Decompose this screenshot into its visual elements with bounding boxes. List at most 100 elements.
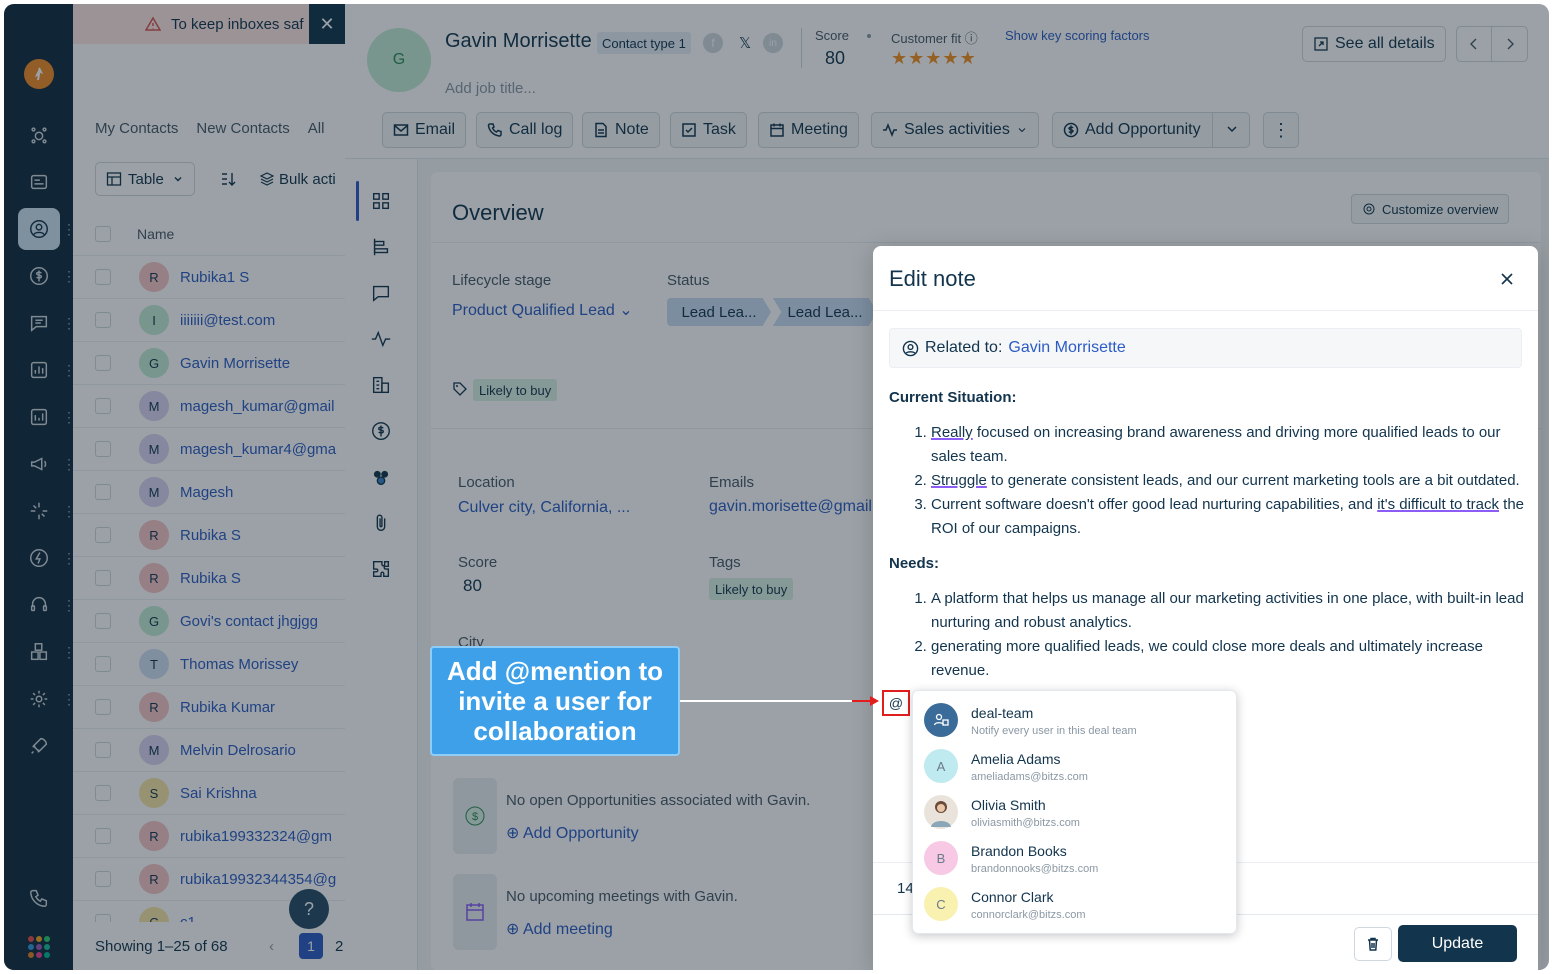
lifecycle-stage-dropdown[interactable]: Product Qualified Lead ⌄ [452,300,633,320]
list-item[interactable]: Mmagesh_kumar@gmail [73,385,345,428]
related-to-link[interactable]: Gavin Morrisette [1008,339,1125,357]
nav-more-dots[interactable]: ⋮ [62,598,76,612]
mention-option[interactable]: A Amelia Adams ameliadams@bitzs.com [913,741,1238,787]
mention-option[interactable]: B Brandon Books brandonnooks@bitzs.com [913,833,1238,879]
nav-more-dots[interactable]: ⋮ [62,410,76,424]
list-item[interactable]: T Thomas Morissey [73,643,345,686]
overview-tab-icon[interactable] [359,181,403,221]
mention-option[interactable]: Olivia Smith oliviasmith@bitzs.com [913,787,1238,833]
contact-name-link[interactable]: rubika19932344354@g [180,871,336,888]
row-checkbox[interactable] [95,484,111,500]
deals-tab-icon[interactable] [359,411,403,451]
list-item[interactable]: Mmagesh_kumar4@gma [73,428,345,471]
x-twitter-icon[interactable]: 𝕏 [735,33,755,53]
nav-more-dots[interactable]: ⋮ [62,269,76,283]
timeline-tab-icon[interactable] [359,227,403,267]
at-mention-trigger[interactable]: @ [882,690,910,716]
location-value[interactable]: Culver city, California, ... [458,499,630,517]
nav-more-dots[interactable]: ⋮ [62,316,76,330]
prev-record-button[interactable] [1457,27,1493,61]
list-item[interactable]: Rrubika199332324@gm [73,815,345,858]
select-all-checkbox[interactable] [95,225,111,242]
nav-deals-icon[interactable] [18,255,60,297]
row-checkbox[interactable] [95,742,111,758]
close-icon[interactable] [1494,266,1520,292]
nav-more-dots[interactable]: ⋮ [62,363,76,377]
prev-page-icon[interactable]: ‹ [269,938,274,955]
add-opportunity-link[interactable]: ⊕ Add Opportunity [506,823,639,843]
table-view-button[interactable]: Table [95,162,195,196]
tab-my-contacts[interactable]: My Contacts [95,120,178,137]
call-log-button[interactable]: Call log [476,112,574,148]
nav-more-dots[interactable]: ⋮ [62,504,76,518]
sales-activities-button[interactable]: Sales activities [871,112,1039,148]
integrations-tab-icon[interactable] [359,549,403,589]
row-checkbox[interactable] [95,269,111,285]
team-tab-icon[interactable] [359,457,403,497]
status-step-2[interactable]: Lead Lea... [773,298,877,326]
likely-to-buy-tag[interactable]: Likely to buy [473,379,558,401]
bulk-actions-button[interactable]: Bulk acti [253,162,336,196]
nav-apps-icon[interactable] [18,631,60,673]
contact-name-link[interactable]: Rubika1 S [180,269,249,286]
row-checkbox[interactable] [95,828,111,844]
nav-settings-icon[interactable] [18,678,60,720]
contact-name-link[interactable]: Sai Krishna [180,785,257,802]
linkedin-icon[interactable]: in [763,33,783,53]
contact-name-link[interactable]: rubika199332324@gm [180,828,332,845]
row-checkbox[interactable] [95,355,111,371]
contact-name-link[interactable]: Gavin Morrisette [180,355,290,372]
list-item[interactable]: R Rubika1 S [73,256,345,299]
see-all-details-button[interactable]: See all details [1302,26,1446,62]
row-checkbox[interactable] [95,441,111,457]
row-checkbox[interactable] [95,527,111,543]
job-title-input[interactable]: Add job title... [445,80,536,97]
update-button[interactable]: Update [1398,925,1517,962]
contact-name-link[interactable]: magesh_kumar@gmail [180,398,334,415]
emails-value[interactable]: gavin.morisette@gmail [709,498,872,516]
row-checkbox[interactable] [95,613,111,629]
contact-name-link[interactable]: Melvin Delrosario [180,742,296,759]
nav-campaigns-icon[interactable] [18,443,60,485]
nav-more-dots[interactable]: ⋮ [62,645,76,659]
mention-option[interactable]: deal-team Notify every user in this deal … [913,695,1238,741]
nav-more-dots[interactable]: ⋮ [62,222,76,236]
contact-name-link[interactable]: magesh_kumar4@gma [180,441,336,458]
app-launcher-icon[interactable] [28,936,50,958]
contact-name-link[interactable]: Thomas Morissey [180,656,298,673]
note-editor[interactable]: Current Situation: Really focused on inc… [889,386,1525,694]
contact-name-link[interactable]: Rubika Kumar [180,699,275,716]
meeting-button[interactable]: Meeting [758,112,859,148]
next-record-button[interactable] [1492,27,1527,61]
contact-name-link[interactable]: Magesh [180,484,233,501]
list-item[interactable]: R Rubika Kumar [73,686,345,729]
more-actions-button[interactable]: ⋮ [1263,112,1299,148]
task-button[interactable]: Task [670,112,747,148]
sort-icon[interactable] [219,170,237,188]
nav-rocket-icon[interactable] [18,725,60,767]
list-item[interactable]: R Rubika S [73,514,345,557]
brand-logo[interactable] [24,59,54,89]
row-checkbox[interactable] [95,398,111,414]
tab-all[interactable]: All [308,120,325,137]
email-button[interactable]: Email [382,112,467,148]
row-checkbox[interactable] [95,656,111,672]
status-step-1[interactable]: Lead Lea... [667,298,771,326]
list-item[interactable]: G Govi's contact jhgjgg [73,600,345,643]
nav-inbox-icon[interactable] [18,161,60,203]
attachments-tab-icon[interactable] [359,503,403,543]
nav-analytics-icon[interactable] [18,396,60,438]
accounts-tab-icon[interactable] [359,365,403,405]
nav-more-dots[interactable]: ⋮ [62,457,76,471]
nav-conversations-icon[interactable] [18,302,60,344]
nav-sparkle-icon[interactable] [18,490,60,532]
info-icon[interactable]: ⓘ [965,31,978,46]
conversations-tab-icon[interactable] [359,273,403,313]
delete-button[interactable] [1354,927,1392,961]
contact-name-link[interactable]: iiiiiii@test.com [180,312,275,329]
nav-automation-icon[interactable] [18,537,60,579]
nav-support-icon[interactable] [18,584,60,626]
nav-more-dots[interactable]: ⋮ [62,551,76,565]
nav-contacts-icon[interactable] [18,208,60,250]
contact-name-link[interactable]: Govi's contact jhgjgg [180,613,318,630]
